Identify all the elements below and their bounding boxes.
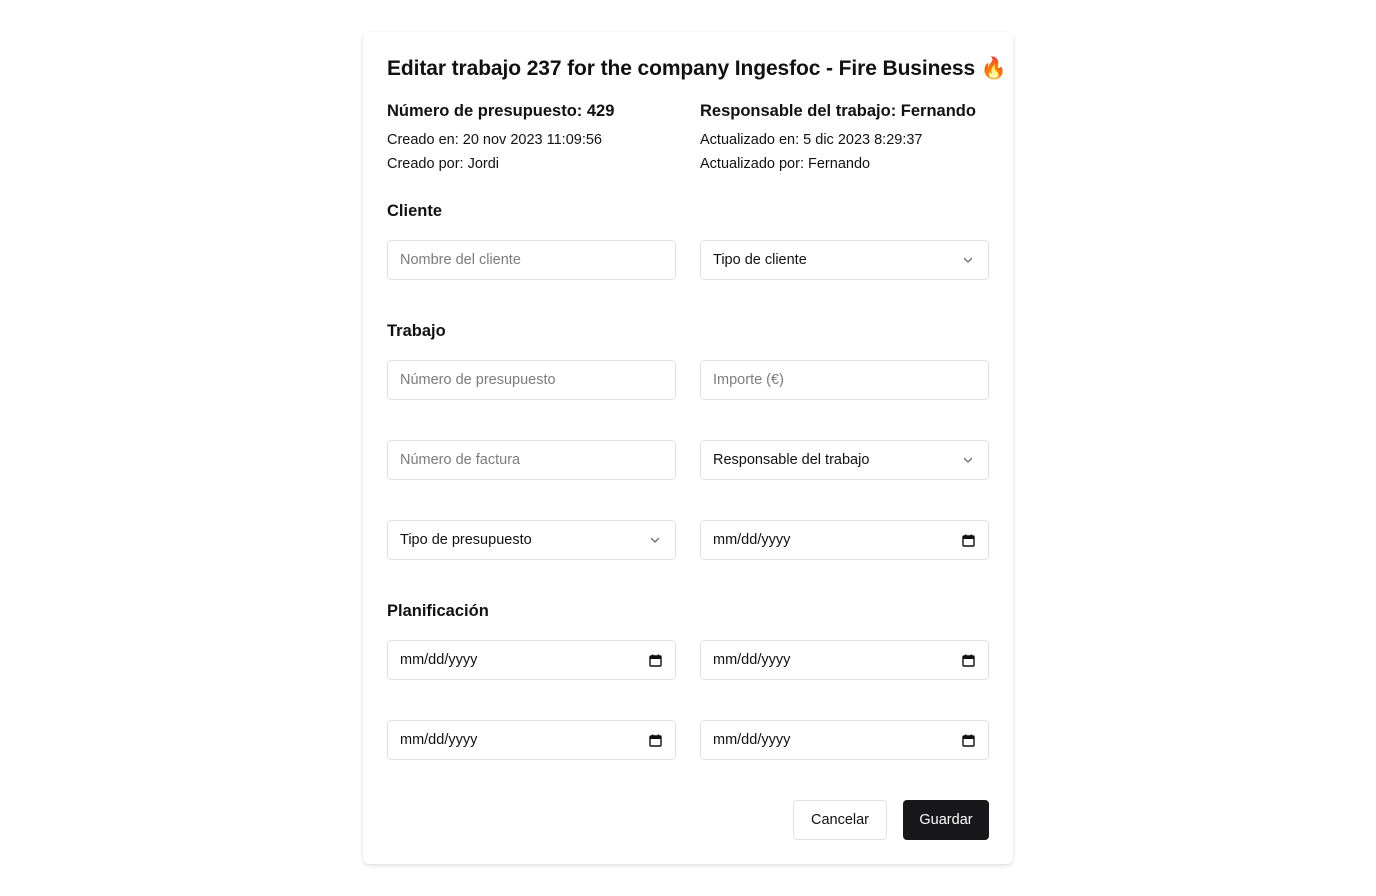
chevron-down-icon: [960, 452, 976, 468]
budget-type-select[interactable]: Tipo de presupuesto: [387, 520, 676, 560]
client-name-input[interactable]: Nombre del cliente: [387, 240, 676, 280]
edit-job-card: Editar trabajo 237 for the company Inges…: [363, 32, 1013, 864]
amount-input[interactable]: Importe (€): [700, 360, 989, 400]
job-owner-value: Responsable del trabajo: [713, 452, 870, 468]
planning-date-3-value: mm/dd/yyyy: [400, 732, 478, 748]
planning-date-4-value: mm/dd/yyyy: [713, 732, 791, 748]
client-name-placeholder: Nombre del cliente: [400, 252, 521, 268]
created-at-label: Creado en: 20 nov 2023 11:09:56: [387, 132, 602, 148]
section-client-heading: Cliente: [387, 202, 443, 220]
page-title: Editar trabajo 237 for the company Inges…: [387, 57, 1007, 80]
planning-date-4-input[interactable]: mm/dd/yyyy: [700, 720, 989, 760]
calendar-icon[interactable]: [960, 652, 976, 668]
job-date-input[interactable]: mm/dd/yyyy: [700, 520, 989, 560]
job-owner-label: Responsable del trabajo: Fernando: [700, 102, 976, 120]
meta-left: Número de presupuesto: 429 Creado en: 20…: [387, 102, 614, 172]
calendar-icon[interactable]: [960, 732, 976, 748]
updated-by-label: Actualizado por: Fernando: [700, 156, 871, 172]
invoice-number-input[interactable]: Número de factura: [387, 440, 676, 480]
client-type-value: Tipo de cliente: [713, 252, 807, 268]
section-job-heading: Trabajo: [387, 322, 446, 340]
amount-placeholder: Importe (€): [713, 372, 784, 388]
section-planning-heading: Planificación: [387, 602, 489, 620]
invoice-number-placeholder: Número de factura: [400, 452, 521, 468]
calendar-icon[interactable]: [647, 732, 663, 748]
budget-type-value: Tipo de presupuesto: [400, 532, 532, 548]
planning-date-1-value: mm/dd/yyyy: [400, 652, 478, 668]
budget-number-input[interactable]: Número de presupuesto: [387, 360, 676, 400]
cancel-button[interactable]: Cancelar: [793, 800, 887, 840]
budget-number-placeholder: Número de presupuesto: [400, 372, 556, 388]
save-button[interactable]: Guardar: [903, 800, 989, 840]
updated-at-label: Actualizado en: 5 dic 2023 8:29:37: [700, 132, 923, 148]
planning-date-2-input[interactable]: mm/dd/yyyy: [700, 640, 989, 680]
client-type-select[interactable]: Tipo de cliente: [700, 240, 989, 280]
job-date-value: mm/dd/yyyy: [713, 532, 791, 548]
planning-date-2-value: mm/dd/yyyy: [713, 652, 791, 668]
planning-date-3-input[interactable]: mm/dd/yyyy: [387, 720, 676, 760]
calendar-icon[interactable]: [960, 532, 976, 548]
chevron-down-icon: [960, 252, 976, 268]
created-by-label: Creado por: Jordi: [387, 156, 500, 172]
job-owner-select[interactable]: Responsable del trabajo: [700, 440, 989, 480]
calendar-icon[interactable]: [647, 652, 663, 668]
meta-right: Responsable del trabajo: Fernando Actual…: [700, 102, 976, 172]
budget-number-label: Número de presupuesto: 429: [387, 102, 615, 120]
chevron-down-icon: [647, 532, 663, 548]
planning-date-1-input[interactable]: mm/dd/yyyy: [387, 640, 676, 680]
